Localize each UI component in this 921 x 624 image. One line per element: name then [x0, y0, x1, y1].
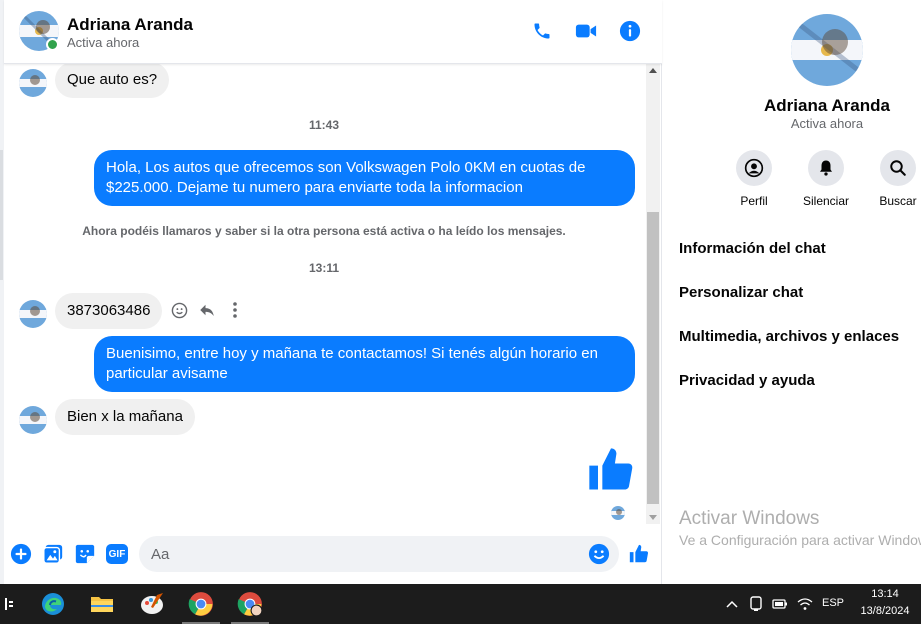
image-icon[interactable]: [42, 543, 64, 565]
contact-avatar-small[interactable]: [19, 406, 47, 434]
search-action-label: Buscar: [879, 194, 917, 208]
chat-window: Adriana Aranda Activa ahora Que auto es?…: [4, 0, 662, 584]
menu-customize-chat[interactable]: Personalizar chat: [679, 284, 803, 301]
profile-action-button[interactable]: Perfil: [719, 150, 789, 208]
info-contact-name: Adriana Aranda: [764, 96, 890, 115]
message-composer: GIF: [4, 530, 662, 580]
paint-icon[interactable]: [137, 590, 167, 618]
message-list[interactable]: Que auto es? 11:43 Hola, Los autos que o…: [4, 64, 644, 526]
mute-action-button[interactable]: Silenciar: [791, 150, 861, 208]
message-input[interactable]: [139, 536, 619, 572]
mute-action-label: Silenciar: [802, 194, 850, 208]
chat-notice: Ahora podéis llamaros y saber si la otra…: [82, 224, 566, 238]
task-view-icon[interactable]: [0, 590, 22, 618]
emoji-icon[interactable]: [588, 543, 610, 565]
device-icon[interactable]: [748, 596, 764, 612]
menu-privacy-help[interactable]: Privacidad y ayuda: [679, 372, 815, 389]
scroll-down-icon[interactable]: [649, 515, 657, 520]
windows-activation-subtitle: Ve a Configuración para activar Windows.: [679, 532, 921, 548]
send-like-icon[interactable]: [628, 543, 650, 565]
reply-icon[interactable]: [198, 301, 216, 319]
timestamp: 11:43: [308, 118, 340, 132]
phone-icon[interactable]: [529, 18, 555, 44]
online-indicator: [46, 38, 59, 51]
incoming-message[interactable]: Bien x la mañana: [55, 399, 195, 435]
windows-activation-title: Activar Windows: [679, 508, 820, 529]
show-hidden-icons-icon[interactable]: [724, 596, 740, 612]
contact-status: Activa ahora: [67, 35, 140, 50]
wifi-icon[interactable]: [797, 596, 813, 612]
clock-time[interactable]: 13:14: [852, 588, 918, 600]
file-explorer-icon[interactable]: [87, 590, 117, 618]
incoming-message[interactable]: 3873063486: [55, 293, 163, 329]
profile-icon: [744, 158, 764, 178]
contact-profile-photo[interactable]: [791, 14, 863, 86]
scrollbar-thumb[interactable]: [647, 212, 659, 504]
outgoing-message[interactable]: Buenisimo, entre hoy y mañana te contact…: [94, 336, 635, 392]
menu-chat-info[interactable]: Información del chat: [679, 240, 826, 257]
chrome-profile-icon[interactable]: [231, 590, 269, 624]
info-contact-status: Activa ahora: [790, 116, 864, 131]
gif-icon[interactable]: GIF: [105, 543, 129, 565]
chrome-icon[interactable]: [182, 590, 220, 624]
chat-header: Adriana Aranda Activa ahora: [4, 0, 662, 64]
contact-avatar-small[interactable]: [19, 300, 47, 328]
windows-taskbar: ESP 13:14 13/8/2024: [0, 584, 921, 624]
profile-action-label: Perfil: [740, 194, 768, 208]
contact-name[interactable]: Adriana Aranda: [67, 15, 193, 35]
like-icon[interactable]: [585, 444, 637, 496]
chat-info-panel: Adriana Aranda Activa ahora Perfil Silen…: [663, 0, 921, 584]
outgoing-message[interactable]: Hola, Los autos que ofrecemos son Volksw…: [94, 150, 635, 206]
video-call-icon[interactable]: [573, 18, 599, 44]
bell-icon: [820, 160, 832, 176]
timestamp: 13:11: [308, 261, 340, 275]
menu-media-files-links[interactable]: Multimedia, archivos y enlaces: [679, 328, 899, 345]
search-icon: [890, 160, 906, 176]
message-actions: [170, 301, 244, 319]
info-icon[interactable]: [617, 18, 643, 44]
react-emoji-icon[interactable]: [170, 301, 188, 319]
message-scrollbar[interactable]: [646, 64, 660, 524]
sticker-icon[interactable]: [74, 543, 96, 565]
battery-icon[interactable]: [772, 596, 788, 612]
language-indicator[interactable]: ESP: [822, 597, 844, 609]
more-options-icon[interactable]: [226, 301, 244, 319]
gif-label: GIF: [106, 544, 128, 564]
scroll-up-icon[interactable]: [649, 68, 657, 73]
seen-indicator-avatar: [611, 506, 625, 520]
edge-icon[interactable]: [38, 590, 68, 618]
incoming-message[interactable]: Que auto es?: [55, 64, 170, 98]
add-icon[interactable]: [10, 543, 32, 565]
contact-avatar-small[interactable]: [19, 69, 47, 97]
search-action-button[interactable]: Buscar: [863, 150, 921, 208]
clock-date[interactable]: 13/8/2024: [852, 605, 918, 617]
messenger-app: Adriana Aranda Activa ahora Que auto es?…: [0, 0, 921, 584]
